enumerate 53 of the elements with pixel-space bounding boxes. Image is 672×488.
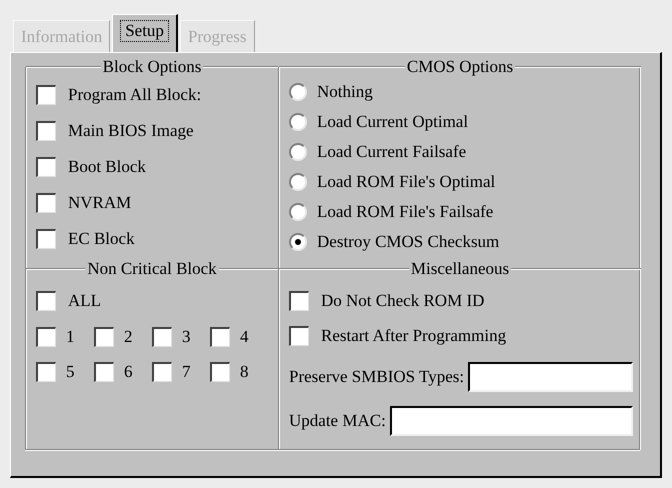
checkbox-label: NVRAM [68, 193, 132, 213]
group-title: CMOS Options [406, 57, 514, 77]
checkbox[interactable] [36, 291, 56, 311]
checkbox[interactable] [94, 326, 114, 346]
checkbox[interactable] [36, 157, 56, 177]
checkbox-label: Program All Block: [68, 85, 202, 105]
radio-label: Nothing [317, 82, 373, 102]
checkbox[interactable] [94, 362, 114, 382]
radio-button[interactable] [289, 173, 307, 191]
checkbox[interactable] [36, 326, 56, 346]
checkbox-label: 6 [124, 362, 132, 382]
checkbox[interactable] [36, 229, 56, 249]
checkbox[interactable] [210, 362, 230, 382]
checkbox-label: ALL [68, 291, 102, 311]
radio-label: Load Current Failsafe [317, 142, 466, 162]
radio-button[interactable] [289, 143, 307, 161]
checkbox-label: 5 [66, 362, 74, 382]
checkbox-label: Do Not Check ROM ID [321, 290, 484, 310]
input-field[interactable] [468, 362, 633, 392]
checkbox-label: 1 [66, 326, 74, 346]
radio-label: Load ROM File's Optimal [317, 172, 496, 192]
checkbox[interactable] [36, 362, 56, 382]
checkbox-label: 2 [124, 326, 132, 346]
checkbox-label: 3 [182, 326, 190, 346]
checkbox-label: 4 [240, 326, 248, 346]
input-field[interactable] [390, 406, 633, 436]
radio-button[interactable] [289, 203, 307, 221]
checkbox[interactable] [210, 326, 230, 346]
group-title: Non Critical Block [86, 259, 218, 279]
checkbox[interactable] [152, 362, 172, 382]
radio-button[interactable] [289, 233, 307, 251]
checkbox-label: Boot Block [68, 157, 146, 177]
group-title: Miscellaneous [410, 259, 510, 279]
checkbox[interactable] [289, 290, 309, 310]
tab[interactable]: Setup [112, 14, 178, 52]
field-label: Preserve SMBIOS Types: [289, 367, 464, 387]
field-label: Update MAC: [289, 411, 386, 431]
radio-button[interactable] [289, 113, 307, 131]
checkbox[interactable] [152, 326, 172, 346]
checkbox-label: EC Block [68, 229, 135, 249]
radio-label: Load Current Optimal [317, 112, 468, 132]
checkbox[interactable] [289, 326, 309, 346]
checkbox-label: 7 [182, 362, 190, 382]
radio-label: Destroy CMOS Checksum [317, 232, 500, 252]
radio-label: Load ROM File's Failsafe [317, 202, 494, 222]
group-title: Block Options [102, 57, 202, 77]
checkbox-label: 8 [240, 362, 248, 382]
checkbox[interactable] [36, 121, 56, 141]
checkbox[interactable] [36, 85, 56, 105]
checkbox-label: Main BIOS Image [68, 121, 194, 141]
radio-button[interactable] [289, 83, 307, 101]
checkbox-label: Restart After Programming [321, 326, 506, 346]
checkbox[interactable] [36, 193, 56, 213]
